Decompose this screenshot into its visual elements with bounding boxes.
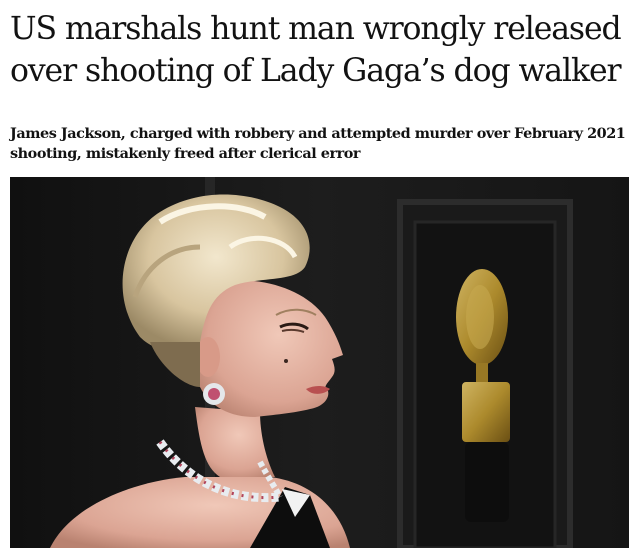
article-standfirst: James Jackson, charged with robbery and … — [10, 125, 626, 162]
article-main-photo — [10, 177, 629, 548]
article-headline: US marshals hunt man wrongly released ov… — [10, 11, 622, 89]
earring — [203, 383, 225, 405]
